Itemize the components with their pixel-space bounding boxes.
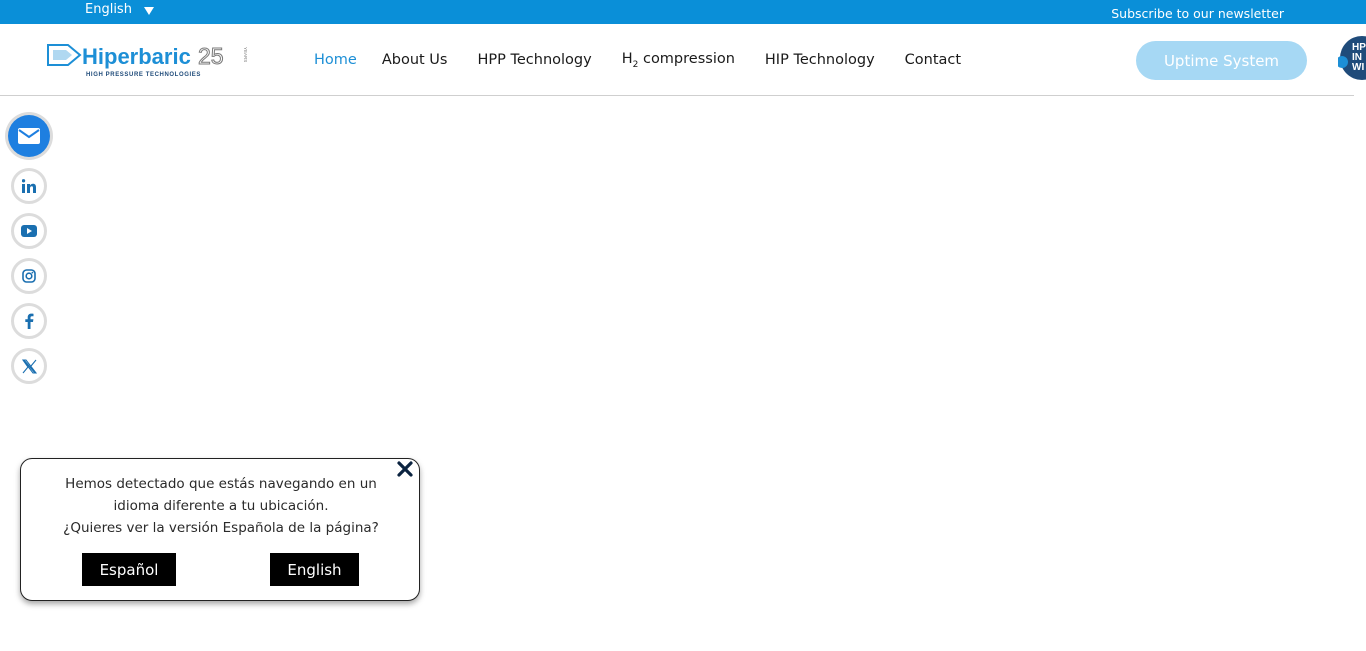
nav-hpp-technology[interactable]: HPP Technology	[477, 52, 591, 68]
hpp-badge-icon[interactable]: HP IN WI	[1338, 32, 1366, 88]
facebook-button[interactable]	[11, 303, 47, 339]
nav-about-us[interactable]: About Us	[382, 52, 448, 68]
spanish-button[interactable]: Español	[82, 553, 176, 586]
linkedin-button[interactable]	[11, 168, 47, 204]
linkedin-icon	[22, 179, 36, 193]
newsletter-link[interactable]: Subscribe to our newsletter	[1111, 6, 1284, 21]
language-label: English	[85, 2, 132, 17]
language-popup: Hemos detectado que estás navegando en u…	[20, 458, 420, 601]
facebook-icon	[25, 313, 34, 329]
logo-anniversary-word: YEARS	[243, 47, 248, 62]
badge-line3: WI	[1352, 62, 1364, 73]
uptime-system-button[interactable]: Uptime System	[1136, 41, 1307, 80]
caret-down-icon	[143, 6, 154, 15]
site-header: Hiperbaric 25 YEARS HIGH PRESSURE TECHNO…	[0, 24, 1366, 96]
instagram-icon	[22, 269, 36, 283]
hiperbaric-logo[interactable]: Hiperbaric 25 YEARS HIGH PRESSURE TECHNO…	[46, 43, 251, 79]
youtube-button[interactable]	[11, 213, 47, 249]
instagram-button[interactable]	[11, 258, 47, 294]
nav-hip-technology[interactable]: HIP Technology	[765, 52, 875, 68]
youtube-icon	[21, 225, 37, 237]
envelope-icon	[18, 128, 40, 144]
top-bar: English Subscribe to our newsletter	[0, 0, 1366, 24]
nav-contact[interactable]: Contact	[905, 52, 961, 68]
logo-brand-text: Hiperbaric	[82, 44, 191, 69]
language-selector[interactable]: English	[85, 2, 154, 17]
logo-tagline: HIGH PRESSURE TECHNOLOGIES	[86, 72, 201, 78]
nav-h2-compression[interactable]: H2 compression	[622, 51, 735, 70]
nav-h2-suffix: compression	[638, 51, 735, 67]
logo-mark-icon	[47, 44, 82, 66]
x-icon	[21, 358, 37, 374]
nav-home[interactable]: Home	[314, 52, 357, 68]
main-nav: Home About Us HPP Technology H2 compress…	[314, 51, 961, 70]
logo-anniversary-number: 25	[198, 43, 224, 69]
x-twitter-button[interactable]	[11, 348, 47, 384]
popup-message-line2: ¿Quieres ver la versión Española de la p…	[63, 520, 379, 536]
email-button[interactable]	[8, 115, 50, 157]
popup-message: Hemos detectado que estás navegando en u…	[21, 473, 421, 539]
nav-h2-prefix: H	[621, 51, 633, 67]
english-button[interactable]: English	[270, 553, 359, 586]
popup-message-line1: Hemos detectado que estás navegando en u…	[65, 476, 377, 514]
